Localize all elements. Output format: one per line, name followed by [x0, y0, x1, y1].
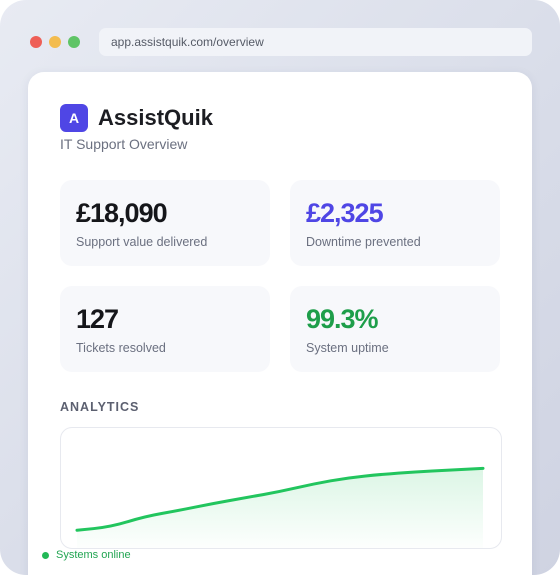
- brand-header: A AssistQuik: [60, 104, 213, 132]
- metric-label: Support value delivered: [76, 235, 208, 249]
- metric-value: 99.3%: [306, 304, 379, 334]
- app-logo-icon: A: [60, 104, 88, 132]
- metric-label: Downtime prevented: [306, 235, 421, 249]
- metric-value: £2,325: [306, 198, 384, 228]
- dashboard-panel: A AssistQuik IT Support Overview £18,090…: [28, 72, 532, 575]
- metric-value: £18,090: [76, 198, 168, 228]
- metric-card-downtime-prevented: £2,325 Downtime prevented: [290, 180, 500, 266]
- metric-label: Tickets resolved: [76, 341, 166, 355]
- analytics-heading: ANALYTICS: [60, 400, 140, 414]
- metric-card-system-uptime: 99.3% System uptime: [290, 286, 500, 372]
- status-label: Systems online: [56, 549, 131, 561]
- metric-value: 127: [76, 304, 119, 334]
- chart-area-fill: [77, 468, 483, 548]
- minimize-window-button[interactable]: [49, 36, 61, 48]
- window-controls: [30, 36, 80, 48]
- app-name: AssistQuik: [98, 105, 213, 130]
- metric-card-support-value: £18,090 Support value delivered: [60, 180, 270, 266]
- system-status: Systems online: [42, 549, 131, 561]
- page-subtitle: IT Support Overview: [60, 136, 188, 152]
- status-dot-icon: [42, 551, 49, 559]
- metric-label: System uptime: [306, 341, 389, 355]
- maximize-window-button[interactable]: [68, 36, 80, 48]
- analytics-chart-svg: [75, 466, 485, 548]
- metric-card-tickets-resolved: 127 Tickets resolved: [60, 286, 270, 372]
- close-window-button[interactable]: [30, 36, 42, 48]
- analytics-chart: [60, 427, 502, 549]
- browser-window: app.assistquik.com/overview A AssistQuik…: [0, 0, 560, 575]
- address-bar[interactable]: app.assistquik.com/overview: [99, 28, 532, 56]
